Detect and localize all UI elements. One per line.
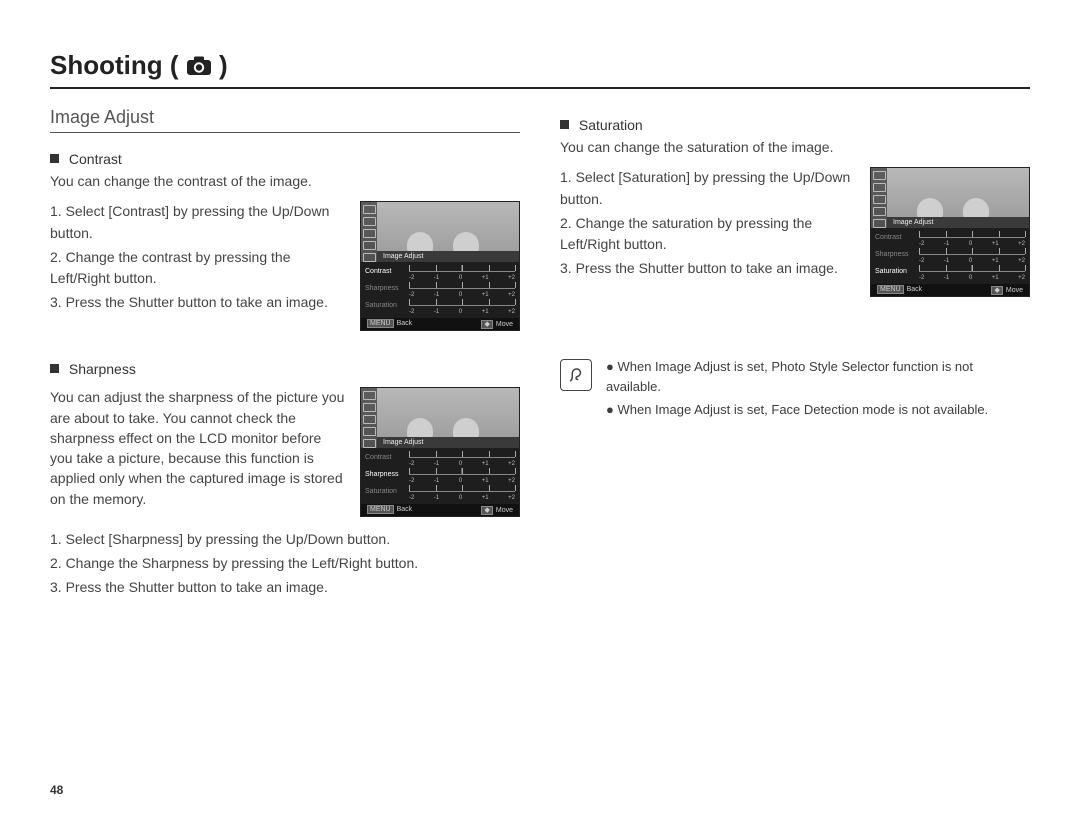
sharpness-heading-text: Sharpness <box>69 361 136 377</box>
lcd-row-contrast: Contrast <box>365 268 405 275</box>
note-icon <box>560 359 592 391</box>
title-text: Shooting ( <box>50 50 179 80</box>
camera-icon <box>186 56 212 76</box>
page-title: Shooting ( ) <box>50 50 1030 89</box>
contrast-step-2: 2. Change the contrast by pressing the L… <box>50 247 346 290</box>
lcd-back: Back <box>397 320 413 327</box>
contrast-heading: Contrast <box>50 151 520 167</box>
sharpness-desc: You can adjust the sharpness of the pict… <box>50 387 346 509</box>
saturation-step-2: 2. Change the saturation by pressing the… <box>560 213 856 256</box>
sharpness-step-3: 3. Press the Shutter button to take an i… <box>50 577 520 599</box>
lcd-title: Image Adjust <box>377 251 519 262</box>
section-title: Image Adjust <box>50 107 520 133</box>
lcd-contrast-preview: Image Adjust Contrast -2-10+1+2 Sharpnes… <box>360 201 520 331</box>
saturation-step-1: 1. Select [Saturation] by pressing the U… <box>560 167 856 210</box>
contrast-step-1: 1. Select [Contrast] by pressing the Up/… <box>50 201 346 244</box>
page-number: 48 <box>50 783 63 797</box>
saturation-desc: You can change the saturation of the ima… <box>560 137 1030 157</box>
lcd-sidebar-icons <box>361 202 377 262</box>
sharpness-step-2: 2. Change the Sharpness by pressing the … <box>50 553 520 575</box>
note-1: ● When Image Adjust is set, Photo Style … <box>606 357 1030 396</box>
sharpness-step-1: 1. Select [Sharpness] by pressing the Up… <box>50 529 520 551</box>
contrast-block: Contrast You can change the contrast of … <box>50 151 520 331</box>
lcd-move-icon: ◆ <box>481 320 492 329</box>
saturation-step-3: 3. Press the Shutter button to take an i… <box>560 258 856 280</box>
lcd-back-icon: MENU <box>367 319 394 328</box>
square-bullet-icon <box>50 364 59 373</box>
note-2: ● When Image Adjust is set, Face Detecti… <box>606 400 1030 420</box>
lcd-sharpness-preview: Image Adjust Contrast -2-10+1+2 Sharpnes… <box>360 387 520 517</box>
square-bullet-icon <box>560 120 569 129</box>
title-suffix: ) <box>219 50 228 80</box>
lcd-saturation-preview: Image Adjust Contrast -2-10+1+2 Sharpnes… <box>870 167 1030 297</box>
sharpness-block: Sharpness You can adjust the sharpness o… <box>50 361 520 598</box>
square-bullet-icon <box>50 154 59 163</box>
lcd-row-saturation: Saturation <box>365 302 405 309</box>
contrast-steps: 1. Select [Contrast] by pressing the Up/… <box>50 201 346 315</box>
sharpness-steps: 1. Select [Sharpness] by pressing the Up… <box>50 529 520 598</box>
sharpness-heading: Sharpness <box>50 361 520 377</box>
contrast-heading-text: Contrast <box>69 151 122 167</box>
saturation-heading-text: Saturation <box>579 117 643 133</box>
contrast-step-3: 3. Press the Shutter button to take an i… <box>50 292 346 314</box>
lcd-move: Move <box>496 321 513 328</box>
contrast-desc: You can change the contrast of the image… <box>50 171 520 191</box>
lcd-row-sharpness: Sharpness <box>365 285 405 292</box>
note-box: ● When Image Adjust is set, Photo Style … <box>560 357 1030 424</box>
saturation-steps: 1. Select [Saturation] by pressing the U… <box>560 167 856 281</box>
saturation-heading: Saturation <box>560 117 1030 133</box>
saturation-block: Saturation You can change the saturation… <box>560 117 1030 297</box>
